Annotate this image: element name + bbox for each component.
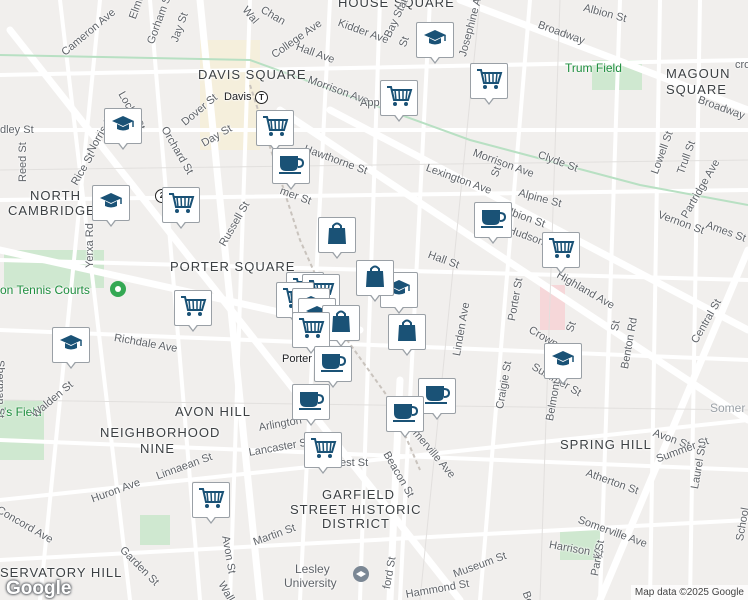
street-label: Reed St	[17, 142, 29, 182]
cafe-icon	[320, 352, 347, 377]
grocery-icon	[309, 436, 337, 465]
school-icon	[551, 350, 575, 373]
north-cambridge-label-2: CAMBRIDGE	[8, 203, 96, 218]
grocery-icon	[179, 294, 207, 323]
school-marker[interactable]	[92, 185, 130, 231]
cafe-marker[interactable]	[272, 148, 310, 194]
google-logo[interactable]: Google	[6, 578, 71, 600]
magoun-square-label-2: SQUARE	[666, 82, 727, 97]
school-icon	[423, 29, 447, 52]
grocery-icon	[547, 236, 575, 265]
school-icon	[59, 334, 83, 357]
shopping-marker[interactable]	[356, 260, 394, 306]
shopping-icon	[330, 309, 352, 338]
neighborhood-nine-label-1: NEIGHBORHOOD	[100, 425, 221, 440]
school-marker[interactable]	[104, 108, 142, 154]
map-canvas[interactable]: DAVIS SQUARE MAGOUN SQUARE NORTH CAMBRID…	[0, 0, 748, 600]
school-icon	[99, 192, 123, 215]
trum-field-label: Trum Field	[565, 61, 622, 75]
grocery-icon	[261, 114, 289, 143]
grocery-icon	[167, 191, 195, 220]
shopping-marker[interactable]	[318, 217, 356, 263]
cafe-icon	[298, 390, 325, 415]
grocery-icon	[197, 486, 225, 515]
shopping-icon	[396, 318, 418, 347]
cafe-icon	[278, 154, 305, 179]
street-label: Sherman St	[0, 360, 6, 419]
davis-t-station-icon[interactable]: T	[255, 91, 268, 104]
lesley-label-1: Lesley	[295, 562, 330, 576]
tennis-courts-label: on Tennis Courts	[0, 283, 90, 297]
grocery-icon	[385, 84, 413, 113]
spring-hill-label: SPRING HILL	[560, 437, 652, 452]
grocery-icon	[475, 67, 503, 96]
porter-square-label: PORTER SQUARE	[170, 259, 296, 274]
magoun-square-label-1: MAGOUN	[666, 66, 731, 81]
school-marker[interactable]	[416, 22, 454, 68]
cafe-icon	[480, 208, 507, 233]
tennis-pin-icon[interactable]	[109, 280, 127, 298]
garfield-label-2: STREET HISTORIC	[290, 502, 422, 517]
grocery-marker[interactable]	[192, 482, 230, 528]
grocery-icon	[297, 316, 325, 345]
school-marker[interactable]	[544, 343, 582, 389]
garfield-label-1: GARFIELD	[322, 487, 396, 502]
somerville-label: Somer	[710, 401, 746, 415]
shopping-marker[interactable]	[388, 314, 426, 360]
street-label: Appl	[360, 97, 383, 109]
cafe-marker[interactable]	[474, 202, 512, 248]
map-attribution[interactable]: Map data ©2025 Google	[630, 585, 748, 600]
cafe-icon	[392, 402, 419, 427]
lesley-label-2: University	[284, 576, 337, 590]
grocery-marker[interactable]	[162, 187, 200, 233]
cafe-marker[interactable]	[386, 396, 424, 442]
grocery-marker[interactable]	[470, 63, 508, 109]
garfield-label-3: DISTRICT	[322, 516, 390, 531]
davis-station-label: Davis	[224, 91, 252, 103]
street-label: est St	[340, 457, 369, 469]
street-label: dley St	[0, 124, 34, 136]
grocery-marker[interactable]	[542, 232, 580, 278]
university-pin-icon[interactable]	[352, 565, 370, 583]
grocery-marker[interactable]	[380, 80, 418, 126]
grocery-marker[interactable]	[174, 290, 212, 336]
street-label: cross	[735, 59, 748, 71]
north-cambridge-label-1: NORTH	[30, 188, 81, 203]
street-label: St	[609, 319, 623, 332]
avon-hill-label: AVON HILL	[175, 404, 251, 419]
shopping-icon	[326, 221, 348, 250]
cafe-icon	[424, 384, 451, 409]
shopping-icon	[364, 264, 386, 293]
school-icon	[111, 115, 135, 138]
cafe-marker[interactable]	[292, 384, 330, 430]
davis-square-label: DAVIS SQUARE	[198, 67, 307, 82]
grocery-marker[interactable]	[304, 432, 342, 478]
school-marker[interactable]	[52, 327, 90, 373]
neighborhood-nine-label-2: NINE	[140, 441, 176, 456]
